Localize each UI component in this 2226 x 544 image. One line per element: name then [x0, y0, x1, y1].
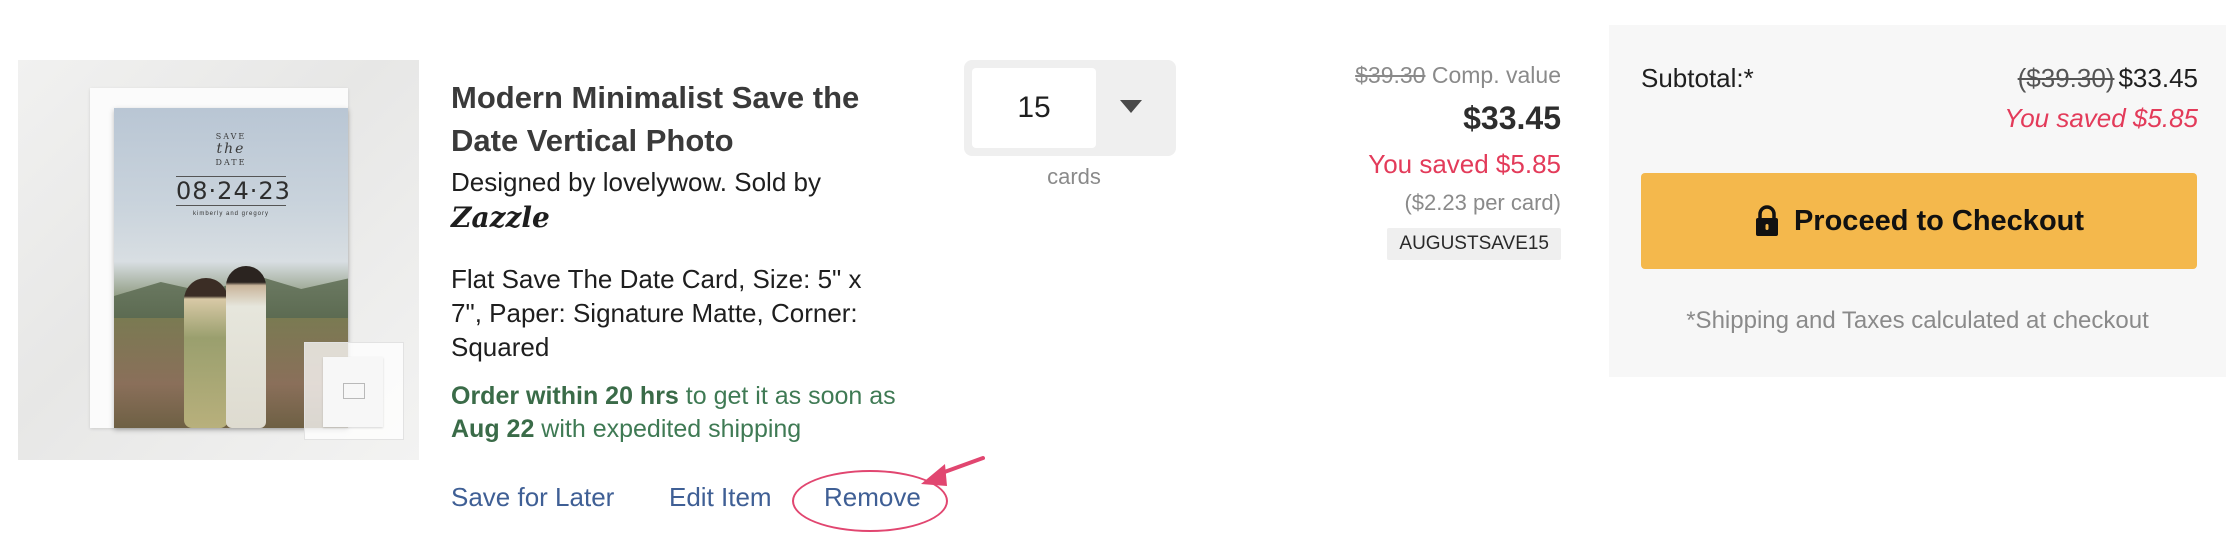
subtotal-label: Subtotal:* — [1641, 63, 1754, 93]
designer-line: Designed by lovelywow. Sold by Zazzle — [451, 167, 821, 234]
quantity-unit: cards — [1047, 164, 1101, 189]
order-summary: Subtotal:* ($39.30) $33.45 You saved $5.8… — [1609, 25, 2226, 377]
item-price: $33.45 — [1463, 100, 1561, 136]
checkout-label: Proceed to Checkout — [1793, 204, 2085, 237]
quantity-select[interactable]: 15 — [964, 60, 1176, 156]
couple-photo-person — [184, 278, 228, 428]
lock-icon — [1754, 205, 1780, 237]
subtotal-value: ($39.30) $33.45 — [2017, 63, 2198, 93]
card-names-text: kimberly and gregory — [192, 211, 270, 217]
envelope-thumbnail — [304, 342, 404, 440]
couple-photo-person — [226, 266, 266, 428]
seller-name: Zazzle — [451, 201, 550, 234]
quantity-value: 15 — [972, 68, 1096, 148]
proceed-to-checkout-button[interactable]: Proceed to Checkout — [1641, 173, 2197, 269]
subtotal-savings: You saved $5.85 — [2004, 103, 2198, 133]
shipping-estimate: Order within 20 hrs to get it as soon as… — [451, 382, 896, 443]
save-for-later-link[interactable]: Save for Later — [451, 482, 614, 513]
comp-value: $39.30 Comp. value — [1355, 62, 1561, 88]
item-savings: You saved $5.85 — [1368, 149, 1561, 179]
product-title[interactable]: Modern Minimalist Save the Date Vertical… — [451, 76, 891, 162]
chevron-down-icon — [1120, 100, 1142, 113]
shipping-taxes-note: *Shipping and Taxes calculated at checko… — [1686, 307, 2149, 334]
card-date-text: 08·24·23 — [176, 176, 291, 206]
card-save-the-date-text: SAVE the DATE — [215, 132, 247, 167]
edit-item-link[interactable]: Edit Item — [669, 482, 772, 513]
price-per-card: ($2.23 per card) — [1404, 190, 1561, 215]
promo-code-badge: AUGUSTSAVE15 — [1387, 228, 1561, 260]
product-image[interactable]: SAVE the DATE 08·24·23 kimberly and greg… — [18, 60, 419, 460]
product-specs: Flat Save The Date Card, Size: 5" x 7", … — [451, 264, 862, 362]
annotation-arrow-icon — [921, 456, 985, 486]
